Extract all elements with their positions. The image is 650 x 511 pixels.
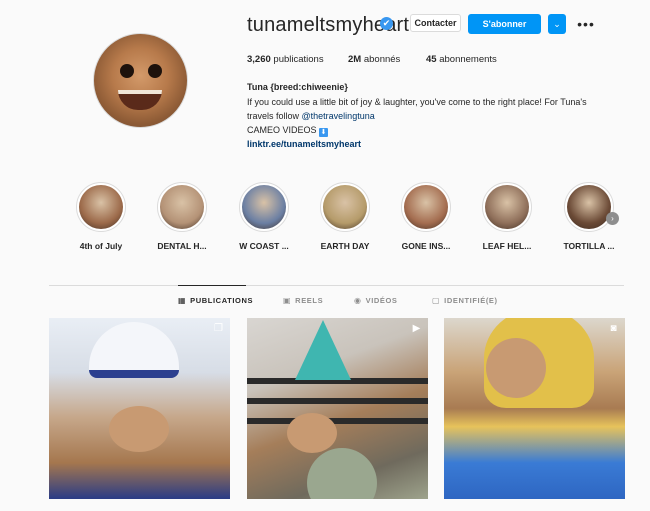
highlight-cover-ring bbox=[76, 182, 126, 232]
highlight-cover-image bbox=[404, 185, 448, 229]
followers-count[interactable]: 2M abonnés bbox=[348, 54, 400, 65]
highlight-cover-image bbox=[323, 185, 367, 229]
bio-travel-prefix: travels follow bbox=[247, 111, 302, 121]
highlight-cover-image bbox=[79, 185, 123, 229]
post-tile[interactable]: ▶ bbox=[247, 318, 428, 499]
reels-icon: ▣ bbox=[283, 296, 292, 305]
posts-count-value: 3,260 bbox=[247, 54, 271, 65]
followers-count-label: abonnés bbox=[363, 54, 401, 65]
contact-button[interactable]: Contacter bbox=[410, 14, 461, 32]
highlight-cover-ring bbox=[239, 182, 289, 232]
following-count-value: 45 bbox=[426, 54, 437, 65]
more-dots-icon: ••• bbox=[577, 16, 595, 32]
tabs-divider bbox=[49, 285, 624, 286]
tab-tagged-label: IDENTIFIÉ(E) bbox=[444, 296, 498, 305]
story-highlight[interactable]: EARTH DAY bbox=[315, 182, 375, 251]
highlight-cover-image bbox=[242, 185, 286, 229]
mention-link[interactable]: @thetravelingtuna bbox=[302, 111, 375, 121]
bio-cameo-line: CAMEO VIDEOS ⬇ bbox=[247, 125, 329, 137]
tab-reels[interactable]: ▣ REELS bbox=[283, 296, 323, 305]
highlight-cover-ring bbox=[482, 182, 532, 232]
story-highlight[interactable]: GONE INS... bbox=[396, 182, 456, 251]
highlight-label: TORTILLA ... bbox=[563, 241, 615, 251]
reel-play-icon: ▶ bbox=[412, 323, 421, 334]
chevron-down-icon: ⌄ bbox=[553, 18, 561, 29]
highlight-cover-image bbox=[160, 185, 204, 229]
tab-reels-label: REELS bbox=[295, 296, 324, 305]
bio-external-link[interactable]: linktr.ee/tunameltsmyheart bbox=[247, 139, 361, 149]
bio-cameo-text: CAMEO VIDEOS bbox=[247, 125, 317, 135]
highlight-cover-image bbox=[485, 185, 529, 229]
highlight-label: EARTH DAY bbox=[320, 241, 370, 251]
tab-tagged[interactable]: ▢ IDENTIFIÉ(E) bbox=[432, 296, 498, 305]
down-arrow-icon: ⬇ bbox=[319, 128, 329, 137]
story-highlight[interactable]: DENTAL H... bbox=[152, 182, 212, 251]
grid-icon: ▦ bbox=[178, 296, 187, 305]
story-highlight[interactable]: 4th of July bbox=[71, 182, 131, 251]
highlight-cover-ring bbox=[320, 182, 370, 232]
following-count[interactable]: 45 abonnements bbox=[426, 54, 497, 65]
highlight-label: DENTAL H... bbox=[157, 241, 207, 251]
igtv-icon: ◙ bbox=[610, 323, 617, 334]
verified-badge-icon: ✔ bbox=[380, 17, 393, 30]
highlight-label: LEAF HEL... bbox=[482, 241, 532, 251]
tagged-icon: ▢ bbox=[432, 296, 441, 305]
followers-count-value: 2M bbox=[348, 54, 362, 65]
profile-avatar[interactable] bbox=[93, 33, 188, 128]
highlight-cover-image bbox=[567, 185, 611, 229]
bio-travel-line: travels follow @thetravelingtuna bbox=[247, 111, 375, 121]
following-count-label: abonnements bbox=[439, 54, 497, 65]
posts-count-label: publications bbox=[273, 54, 324, 65]
highlight-cover-ring bbox=[401, 182, 451, 232]
suggestions-dropdown-button[interactable]: ⌄ bbox=[548, 14, 566, 34]
highlight-label: W COAST ... bbox=[239, 241, 289, 251]
highlight-label: 4th of July bbox=[79, 241, 123, 251]
tab-publications[interactable]: ▦ PUBLICATIONS bbox=[178, 296, 253, 305]
highlight-cover-ring bbox=[564, 182, 614, 232]
post-tile[interactable]: ❐ bbox=[49, 318, 230, 499]
highlight-cover-ring bbox=[157, 182, 207, 232]
tab-publications-label: PUBLICATIONS bbox=[190, 296, 254, 305]
video-icon: ◉ bbox=[354, 296, 362, 305]
tab-videos-label: VIDÉOS bbox=[365, 296, 398, 305]
bio-name: Tuna {breed:chiweenie} bbox=[247, 82, 348, 92]
story-highlight[interactable]: W COAST ... bbox=[234, 182, 294, 251]
highlights-next-icon[interactable]: › bbox=[606, 212, 619, 225]
follow-button[interactable]: S'abonner bbox=[468, 14, 541, 34]
bio-text: If you could use a little bit of joy & l… bbox=[247, 97, 587, 107]
story-highlight[interactable]: LEAF HEL... bbox=[477, 182, 537, 251]
active-tab-indicator bbox=[178, 285, 246, 286]
highlight-label: GONE INS... bbox=[401, 241, 451, 251]
carousel-icon: ❐ bbox=[214, 323, 223, 334]
more-options-button[interactable]: ••• bbox=[576, 14, 596, 34]
posts-count: 3,260 publications bbox=[247, 54, 324, 65]
tab-videos[interactable]: ◉ VIDÉOS bbox=[354, 296, 398, 305]
post-tile[interactable]: ◙ bbox=[444, 318, 625, 499]
